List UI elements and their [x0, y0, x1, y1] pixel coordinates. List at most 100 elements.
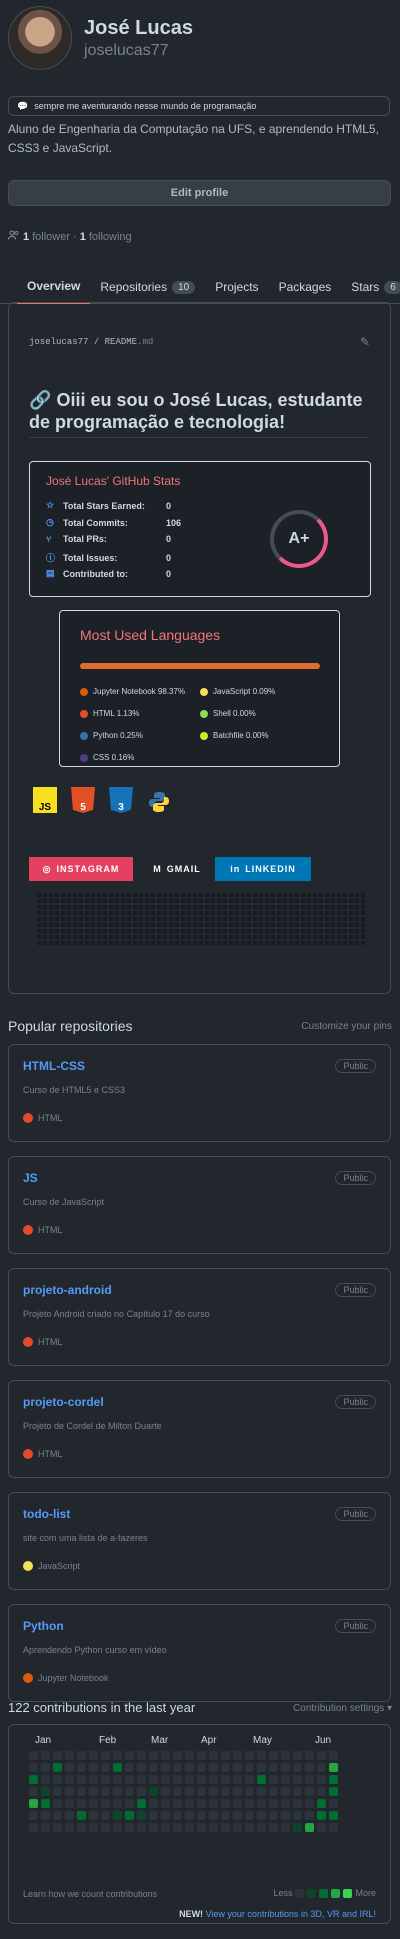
contribution-day[interactable]: [101, 1775, 110, 1784]
contribution-day[interactable]: [161, 1823, 170, 1832]
contribution-day[interactable]: [125, 1751, 134, 1760]
edit-profile-button[interactable]: Edit profile: [8, 180, 391, 206]
contribution-day[interactable]: [209, 1799, 218, 1808]
contribution-day[interactable]: [173, 1811, 182, 1820]
contribution-day[interactable]: [77, 1799, 86, 1808]
contribution-day[interactable]: [281, 1763, 290, 1772]
contribution-day[interactable]: [221, 1799, 230, 1808]
following-label[interactable]: following: [89, 231, 132, 243]
contribution-day[interactable]: [173, 1823, 182, 1832]
contribution-day[interactable]: [149, 1787, 158, 1796]
contribution-day[interactable]: [41, 1799, 50, 1808]
contribution-day[interactable]: [281, 1775, 290, 1784]
contribution-day[interactable]: [221, 1751, 230, 1760]
contribution-day[interactable]: [77, 1787, 86, 1796]
view-3d-link[interactable]: View your contributions in 3D, VR and IR…: [206, 1909, 376, 1919]
contribution-day[interactable]: [101, 1787, 110, 1796]
contribution-day[interactable]: [317, 1775, 326, 1784]
contribution-day[interactable]: [269, 1775, 278, 1784]
contribution-day[interactable]: [137, 1775, 146, 1784]
contribution-day[interactable]: [197, 1799, 206, 1808]
contribution-day[interactable]: [305, 1763, 314, 1772]
contribution-day[interactable]: [101, 1799, 110, 1808]
contribution-day[interactable]: [161, 1799, 170, 1808]
contribution-day[interactable]: [281, 1751, 290, 1760]
contribution-day[interactable]: [185, 1775, 194, 1784]
repo-name[interactable]: projeto-android: [23, 1283, 112, 1297]
contribution-day[interactable]: [257, 1799, 266, 1808]
contribution-day[interactable]: [329, 1823, 338, 1832]
gmail-badge[interactable]: M GMAIL: [141, 857, 213, 881]
contribution-day[interactable]: [245, 1811, 254, 1820]
contribution-day[interactable]: [245, 1799, 254, 1808]
contribution-day[interactable]: [185, 1751, 194, 1760]
contribution-day[interactable]: [29, 1775, 38, 1784]
contribution-day[interactable]: [53, 1775, 62, 1784]
contribution-day[interactable]: [161, 1787, 170, 1796]
contribution-day[interactable]: [233, 1811, 242, 1820]
contribution-day[interactable]: [53, 1751, 62, 1760]
contribution-day[interactable]: [317, 1799, 326, 1808]
contribution-day[interactable]: [329, 1763, 338, 1772]
contribution-day[interactable]: [257, 1823, 266, 1832]
contribution-day[interactable]: [173, 1763, 182, 1772]
contribution-day[interactable]: [209, 1811, 218, 1820]
contribution-day[interactable]: [149, 1823, 158, 1832]
contribution-day[interactable]: [125, 1787, 134, 1796]
contribution-day[interactable]: [197, 1823, 206, 1832]
contribution-day[interactable]: [305, 1823, 314, 1832]
contribution-day[interactable]: [113, 1763, 122, 1772]
contribution-settings-dropdown[interactable]: Contribution settings ▾: [293, 1703, 392, 1714]
contribution-day[interactable]: [41, 1775, 50, 1784]
contribution-day[interactable]: [149, 1751, 158, 1760]
contribution-day[interactable]: [185, 1787, 194, 1796]
contribution-day[interactable]: [317, 1811, 326, 1820]
contribution-day[interactable]: [185, 1823, 194, 1832]
contribution-day[interactable]: [149, 1799, 158, 1808]
contribution-day[interactable]: [257, 1763, 266, 1772]
contribution-day[interactable]: [197, 1811, 206, 1820]
customize-pins-link[interactable]: Customize your pins: [301, 1021, 392, 1032]
contribution-day[interactable]: [305, 1751, 314, 1760]
contribution-day[interactable]: [173, 1751, 182, 1760]
contribution-day[interactable]: [53, 1823, 62, 1832]
contribution-day[interactable]: [245, 1775, 254, 1784]
contribution-day[interactable]: [173, 1799, 182, 1808]
contribution-day[interactable]: [281, 1823, 290, 1832]
contribution-day[interactable]: [233, 1799, 242, 1808]
contribution-day[interactable]: [113, 1787, 122, 1796]
contribution-day[interactable]: [53, 1763, 62, 1772]
tab-overview[interactable]: Overview: [17, 270, 91, 304]
following-count[interactable]: 1: [80, 231, 86, 243]
repo-name[interactable]: projeto-cordel: [23, 1395, 104, 1409]
contribution-day[interactable]: [89, 1775, 98, 1784]
contribution-day[interactable]: [281, 1799, 290, 1808]
contribution-day[interactable]: [317, 1763, 326, 1772]
contribution-day[interactable]: [65, 1799, 74, 1808]
contribution-day[interactable]: [233, 1775, 242, 1784]
contribution-day[interactable]: [281, 1811, 290, 1820]
contribution-day[interactable]: [233, 1751, 242, 1760]
contribution-day[interactable]: [209, 1775, 218, 1784]
user-status[interactable]: 💬 sempre me aventurando nesse mundo de p…: [8, 96, 390, 116]
contribution-day[interactable]: [257, 1751, 266, 1760]
learn-contributions-link[interactable]: Learn how we count contributions: [23, 1889, 157, 1899]
contribution-day[interactable]: [209, 1787, 218, 1796]
contribution-day[interactable]: [65, 1751, 74, 1760]
contribution-day[interactable]: [329, 1751, 338, 1760]
contribution-day[interactable]: [233, 1823, 242, 1832]
contribution-day[interactable]: [257, 1787, 266, 1796]
contribution-day[interactable]: [65, 1811, 74, 1820]
contribution-day[interactable]: [221, 1763, 230, 1772]
contribution-day[interactable]: [245, 1823, 254, 1832]
contribution-day[interactable]: [317, 1787, 326, 1796]
contribution-day[interactable]: [161, 1775, 170, 1784]
contribution-day[interactable]: [137, 1811, 146, 1820]
contribution-day[interactable]: [89, 1787, 98, 1796]
contribution-day[interactable]: [221, 1787, 230, 1796]
contribution-day[interactable]: [137, 1823, 146, 1832]
contribution-day[interactable]: [305, 1787, 314, 1796]
contribution-day[interactable]: [269, 1823, 278, 1832]
tab-projects[interactable]: Projects: [205, 270, 268, 304]
contribution-day[interactable]: [89, 1823, 98, 1832]
